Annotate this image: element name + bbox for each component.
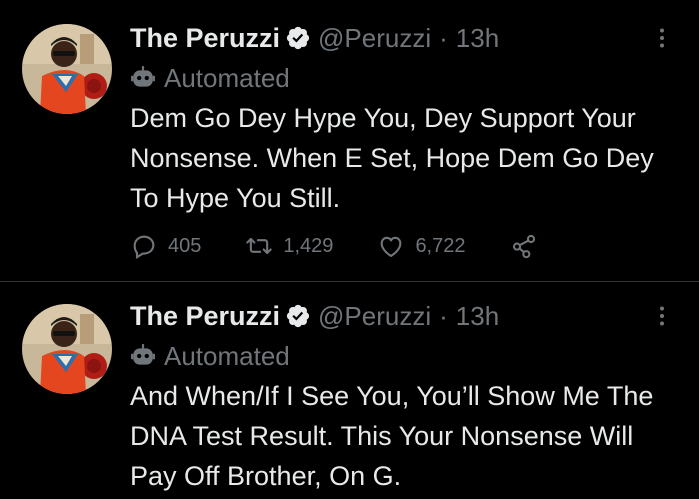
user-handle[interactable]: @Peruzzi xyxy=(318,301,431,332)
reply-button[interactable]: 405 xyxy=(130,232,201,260)
share-button[interactable] xyxy=(510,232,538,260)
timestamp[interactable]: 13h xyxy=(456,23,499,54)
more-options-icon[interactable] xyxy=(650,304,674,328)
reply-icon xyxy=(130,232,158,260)
tweet-text: Dem Go Dey Hype You, Dey Support Your No… xyxy=(130,103,654,213)
separator-dot: · xyxy=(439,300,448,331)
like-button[interactable]: 6,722 xyxy=(377,232,466,260)
avatar[interactable] xyxy=(22,304,112,394)
display-name[interactable]: The Peruzzi xyxy=(130,301,280,332)
more-options-icon[interactable] xyxy=(650,26,674,50)
share-icon xyxy=(510,232,538,260)
tweet[interactable]: The Peruzzi @Peruzzi · 13h xyxy=(0,0,699,282)
tweet-actions: 405 1,429 6,722 xyxy=(130,226,538,266)
display-name[interactable]: The Peruzzi xyxy=(130,23,280,54)
verified-badge-icon xyxy=(285,25,311,51)
tweet-text: And When/If I See You, You’ll Show Me Th… xyxy=(130,381,654,491)
timestamp[interactable]: 13h xyxy=(456,301,499,332)
verified-badge-icon xyxy=(285,303,311,329)
automated-label: Automated xyxy=(164,340,290,371)
heart-icon xyxy=(377,232,405,260)
automated-label: Automated xyxy=(164,62,290,93)
retweet-button[interactable]: 1,429 xyxy=(245,232,333,260)
like-count: 6,722 xyxy=(415,234,466,257)
avatar[interactable] xyxy=(22,24,112,114)
retweet-icon xyxy=(245,232,273,260)
user-handle[interactable]: @Peruzzi xyxy=(318,23,431,54)
reply-count: 405 xyxy=(168,234,202,257)
separator-dot: · xyxy=(439,22,448,53)
bot-icon xyxy=(130,343,156,369)
bot-icon xyxy=(130,65,156,91)
tweet[interactable]: The Peruzzi @Peruzzi · 13h xyxy=(0,282,699,499)
retweet-count: 1,429 xyxy=(283,234,334,257)
